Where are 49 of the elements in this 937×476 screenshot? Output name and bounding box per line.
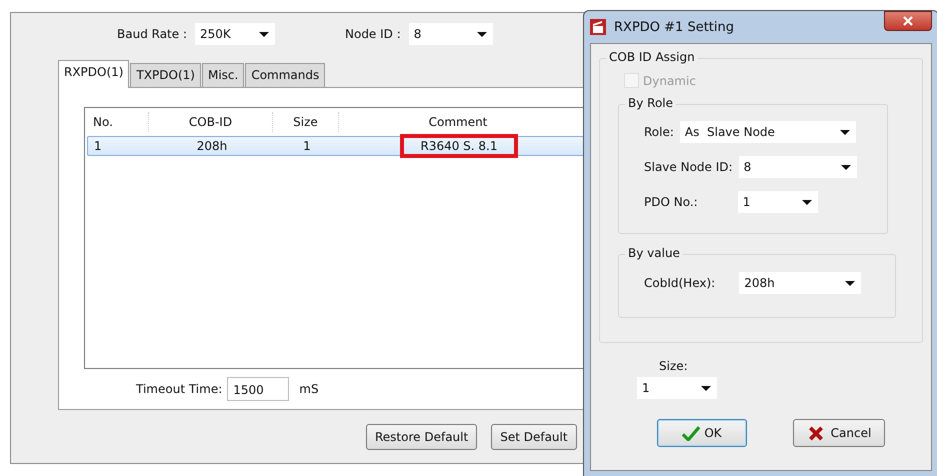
table-cell: 1 [303,139,311,153]
tab[interactable]: TXPDO(1) [130,63,201,87]
tab[interactable]: Misc. [202,63,244,87]
ok-button[interactable]: OK [657,419,747,447]
group-title: COB ID Assign [606,50,698,64]
cob-id-label: CobId(Hex): [644,276,716,290]
caret-icon [840,130,850,134]
unit-label: mS [299,382,319,396]
slave-node-id-label: Slave Node ID: [644,160,733,174]
check-icon [682,426,700,440]
tab[interactable]: Commands [245,63,326,87]
pdo-number-dropdown[interactable]: 1 [738,191,818,213]
cob-id-dropdown[interactable]: 208h [739,272,862,294]
table-cell: 1 [94,139,102,153]
timeout-field[interactable]: 1500 [227,377,290,401]
timeout-label: Timeout Time: [136,382,222,396]
node-id-label: Node ID : [345,27,401,41]
caret-icon [476,32,487,36]
caret-icon [802,200,812,204]
tab[interactable]: RXPDO(1) [58,60,130,88]
role-label: Role: [644,125,674,139]
cancel-button[interactable]: Cancel [793,419,885,447]
cross-icon [806,426,825,440]
pdo-number-label: PDO No.: [644,195,698,209]
baud-rate-dropdown[interactable]: 250K [195,23,275,45]
table-cell: 208h [196,139,228,153]
size-label: Size: [659,359,689,373]
caret-icon [259,32,269,36]
role-dropdown[interactable]: As Slave Node [680,121,856,143]
caret-icon [701,386,711,390]
set-default-button[interactable]: Set Default [491,424,577,450]
close-button[interactable] [884,11,932,31]
group-title: By value [625,246,683,260]
column-header[interactable]: Comment [339,112,577,132]
column-header[interactable]: No. [87,112,149,132]
close-icon [903,16,913,26]
checkbox-label: Dynamic [643,74,696,88]
dialog-title: RXPDO #1 Setting [614,20,734,34]
app-icon [590,19,606,35]
caret-icon [845,280,856,286]
column-header[interactable]: COB-ID [149,112,273,132]
size-dropdown[interactable]: 1 [637,377,717,399]
baud-rate-label: Baud Rate : [117,27,187,41]
restore-default-button[interactable]: Restore Default [366,424,478,450]
node-id-dropdown[interactable]: 8 [408,23,493,45]
caret-icon [840,164,851,170]
slave-node-id-dropdown[interactable]: 8 [738,156,857,178]
column-header[interactable]: Size [273,112,339,132]
group-title: By Role [625,96,676,110]
